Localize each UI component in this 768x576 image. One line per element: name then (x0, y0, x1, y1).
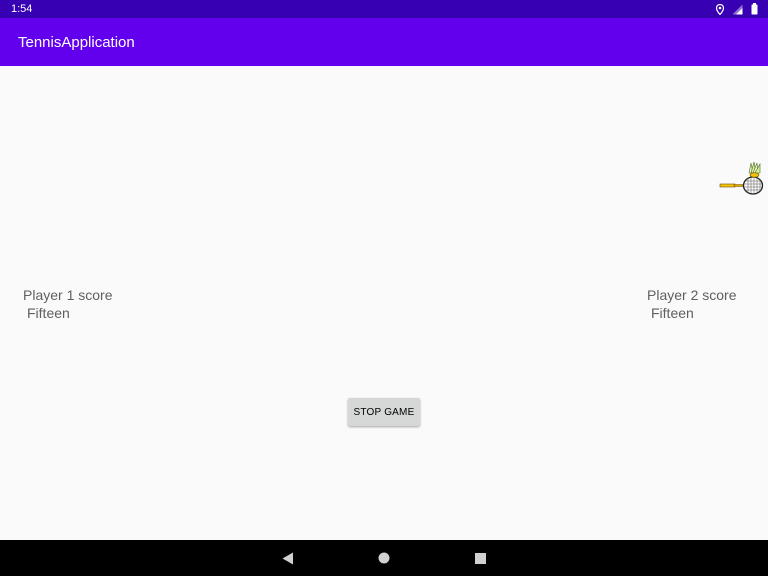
location-icon (716, 3, 724, 15)
game-area: Player 1 score Fifteen Player 2 score Fi… (0, 66, 768, 540)
player2-score-panel: Player 2 score Fifteen (647, 286, 736, 322)
app-title: TennisApplication (18, 34, 135, 51)
app-bar: TennisApplication (0, 18, 768, 66)
status-icons (716, 2, 758, 16)
back-icon[interactable] (281, 551, 295, 565)
player2-score-label: Player 2 score (647, 287, 737, 303)
player1-score-value: Fifteen (27, 305, 70, 321)
player2-score-value: Fifteen (651, 305, 694, 321)
home-icon[interactable] (377, 551, 391, 565)
status-bar: 1:54 (0, 0, 768, 18)
recents-icon[interactable] (473, 551, 487, 565)
badminton-racket-icon (719, 161, 765, 197)
player1-score-panel: Player 1 score Fifteen (23, 286, 112, 322)
stop-game-button[interactable]: STOP GAME (348, 398, 420, 426)
navigation-bar (0, 540, 768, 576)
signal-icon (732, 4, 743, 15)
battery-icon (751, 3, 758, 15)
status-time: 1:54 (11, 3, 33, 15)
player1-score-label: Player 1 score (23, 287, 113, 303)
